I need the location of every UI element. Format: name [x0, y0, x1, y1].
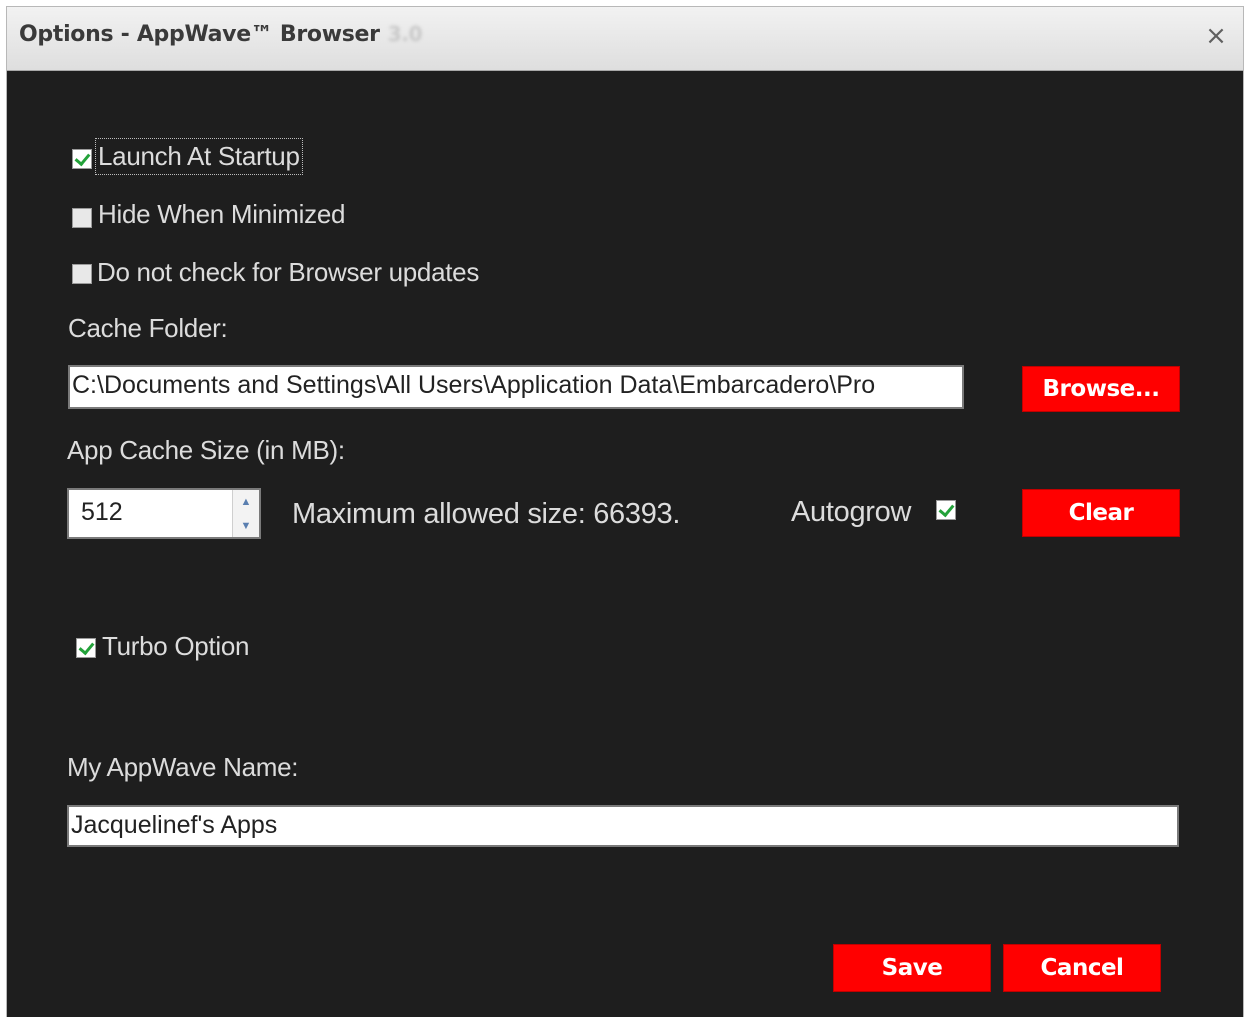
cancel-button[interactable]: Cancel: [1003, 944, 1161, 992]
hide-when-minimized-label[interactable]: Hide When Minimized: [98, 199, 345, 230]
chevron-down-icon[interactable]: ▼: [233, 514, 259, 538]
appwave-name-input[interactable]: Jacquelinef's Apps: [67, 805, 1179, 847]
autogrow-label: Autogrow: [791, 496, 912, 528]
clear-button[interactable]: Clear: [1022, 489, 1180, 537]
spin-buttons[interactable]: ▲ ▼: [232, 490, 259, 537]
turbo-option-label[interactable]: Turbo Option: [102, 631, 249, 662]
close-icon[interactable]: ×: [1203, 23, 1229, 49]
cache-size-value: 512: [81, 498, 123, 526]
turbo-option-checkbox[interactable]: [76, 638, 96, 658]
browse-button[interactable]: Browse...: [1022, 366, 1180, 412]
cache-size-stepper[interactable]: 512 ▲ ▼: [67, 488, 261, 539]
appwave-name-label: My AppWave Name:: [67, 752, 299, 782]
launch-at-startup-checkbox[interactable]: [72, 149, 92, 169]
no-update-check-label[interactable]: Do not check for Browser updates: [97, 257, 479, 288]
launch-at-startup-label[interactable]: Launch At Startup: [95, 138, 303, 175]
autogrow-checkbox[interactable]: [936, 500, 956, 520]
chevron-up-icon[interactable]: ▲: [233, 490, 259, 514]
max-size-text: Maximum allowed size: 66393.: [292, 498, 681, 530]
cache-size-label: App Cache Size (in MB):: [67, 435, 345, 465]
title-bar[interactable]: Options - AppWave™ Browser 3.0 ×: [7, 7, 1243, 71]
cache-folder-label: Cache Folder:: [68, 313, 228, 343]
window-title-text: Options - AppWave™ Browser: [19, 22, 380, 47]
no-update-check-checkbox[interactable]: [72, 264, 92, 284]
save-button[interactable]: Save: [833, 944, 991, 992]
options-dialog: Options - AppWave™ Browser 3.0 × Launch A…: [6, 6, 1244, 1017]
window-title: Options - AppWave™ Browser 3.0: [19, 22, 423, 47]
cache-folder-input[interactable]: C:\Documents and Settings\All Users\Appl…: [68, 365, 964, 409]
version-label: 3.0: [387, 22, 423, 46]
hide-when-minimized-checkbox[interactable]: [72, 208, 92, 228]
